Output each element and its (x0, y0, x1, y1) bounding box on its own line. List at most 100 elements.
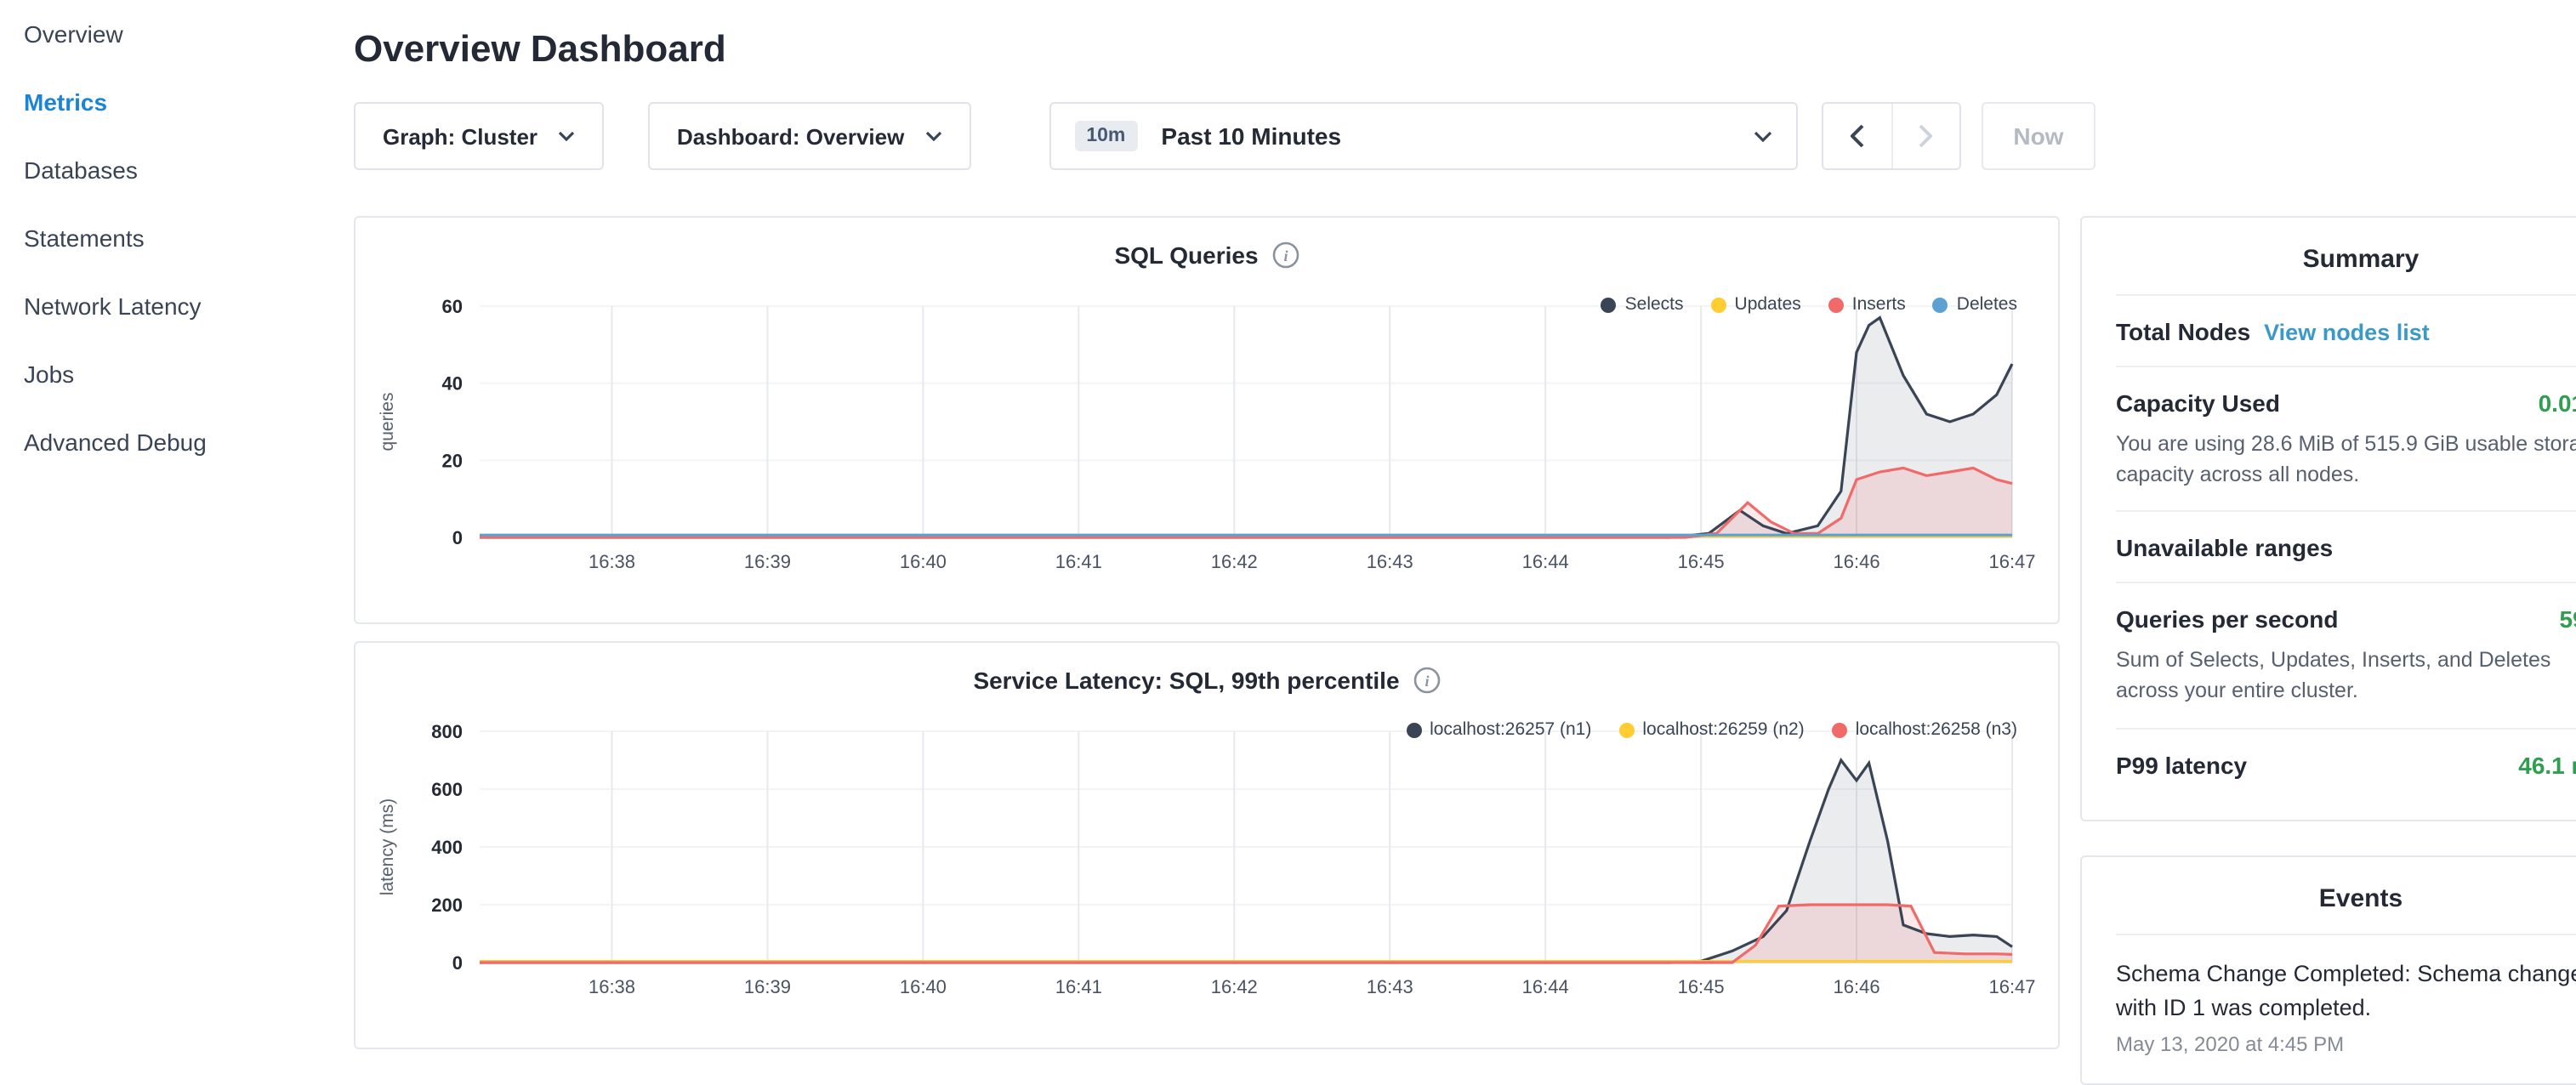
legend-item[interactable]: localhost:26258 (n3) (1832, 719, 2017, 740)
view-nodes-list-link[interactable]: View nodes list (2264, 320, 2430, 345)
legend-label: Updates (1735, 294, 1801, 315)
time-step-buttons (1821, 102, 1960, 170)
svg-text:16:40: 16:40 (900, 976, 947, 997)
svg-text:16:39: 16:39 (744, 551, 791, 572)
legend-label: localhost:26257 (n1) (1430, 719, 1591, 740)
service-latency-chart[interactable]: 16:3816:3916:4016:4116:4216:4316:4416:45… (371, 707, 2043, 1024)
legend-item[interactable]: Inserts (1828, 294, 1906, 315)
svg-text:16:42: 16:42 (1211, 551, 1258, 572)
svg-text:16:43: 16:43 (1367, 976, 1413, 997)
svg-text:800: 800 (431, 721, 463, 742)
summary-value: 46.1 ms (2518, 751, 2576, 778)
event-message: Schema Change Completed: Schema change w… (2116, 957, 2576, 1025)
svg-text:16:45: 16:45 (1678, 976, 1725, 997)
svg-text:20: 20 (442, 450, 463, 471)
now-button[interactable]: Now (1981, 102, 2095, 170)
summary-label: Capacity Used (2116, 389, 2280, 417)
svg-text:queries: queries (378, 393, 397, 452)
events-panel: Events Schema Change Completed: Schema c… (2080, 855, 2576, 1085)
chart-title-sql-queries: SQL Queries (1114, 241, 1258, 269)
svg-text:16:46: 16:46 (1834, 976, 1880, 997)
dashboard-dropdown[interactable]: Dashboard: Overview (648, 102, 970, 170)
sidebar-item-overview[interactable]: Overview (24, 0, 323, 68)
sidebar-item-network-latency[interactable]: Network Latency (24, 272, 323, 340)
chevron-down-icon (558, 131, 575, 141)
charts-column: SQL Queries i Selects Updates Inserts De… (354, 216, 2060, 1085)
legend-label: Selects (1625, 294, 1684, 315)
time-forward-button[interactable] (1891, 104, 1959, 168)
svg-text:400: 400 (431, 837, 463, 858)
graph-dropdown-label: Graph: Cluster (383, 123, 537, 149)
summary-label: P99 latency (2116, 751, 2247, 778)
info-icon[interactable]: i (1272, 241, 1299, 269)
svg-text:60: 60 (442, 296, 463, 317)
legend-item[interactable]: Updates (1711, 294, 1801, 315)
chevron-down-icon (924, 131, 941, 141)
chevron-right-icon (1919, 124, 1932, 148)
events-title: Events (2116, 856, 2576, 933)
legend-dot-n2 (1618, 722, 1634, 737)
svg-text:i: i (1424, 673, 1429, 690)
svg-text:16:44: 16:44 (1522, 551, 1569, 572)
summary-row-unavailable-ranges: Unavailable ranges 0 (2116, 511, 2576, 582)
summary-panel: Summary Total Nodes View nodes list 3 Ca… (2080, 216, 2576, 821)
svg-text:16:46: 16:46 (1834, 551, 1880, 572)
sidebar: Overview Metrics Databases Statements Ne… (0, 0, 323, 1085)
sidebar-item-databases[interactable]: Databases (24, 136, 323, 204)
sql-queries-chart[interactable]: 16:3816:3916:4016:4116:4216:4316:4416:45… (371, 282, 2043, 599)
svg-text:16:40: 16:40 (900, 551, 947, 572)
event-timestamp: May 13, 2020 at 4:45 PM (2116, 1032, 2576, 1056)
svg-text:16:39: 16:39 (744, 976, 791, 997)
legend-dot-deletes (1933, 297, 1948, 312)
summary-description: You are using 28.6 MiB of 515.9 GiB usab… (2116, 429, 2576, 491)
svg-text:16:47: 16:47 (1988, 976, 2035, 997)
summary-description: Sum of Selects, Updates, Inserts, and De… (2116, 645, 2576, 707)
legend-item[interactable]: Deletes (1933, 294, 2017, 315)
legend-dot-updates (1711, 297, 1726, 312)
right-column: Summary Total Nodes View nodes list 3 Ca… (2080, 216, 2576, 1085)
svg-text:latency (ms): latency (ms) (378, 798, 397, 895)
svg-text:600: 600 (431, 779, 463, 800)
summary-row-queries-per-second: Queries per second 59.7 Sum of Selects, … (2116, 582, 2576, 728)
event-item[interactable]: Schema Change Completed: Schema change w… (2116, 933, 2576, 1056)
time-range-badge: 10m (1074, 121, 1137, 151)
legend-item[interactable]: localhost:26259 (n2) (1618, 719, 1804, 740)
svg-text:i: i (1283, 247, 1288, 264)
sidebar-item-metrics[interactable]: Metrics (24, 68, 323, 136)
svg-text:16:44: 16:44 (1522, 976, 1569, 997)
legend-item[interactable]: localhost:26257 (n1) (1406, 719, 1591, 740)
legend-label: Inserts (1852, 294, 1906, 315)
service-latency-legend: localhost:26257 (n1) localhost:26259 (n2… (1406, 719, 2017, 740)
page-title: Overview Dashboard (354, 27, 2576, 71)
legend-label: localhost:26258 (n3) (1856, 719, 2017, 740)
legend-item[interactable]: Selects (1601, 294, 1684, 315)
sidebar-item-statements[interactable]: Statements (24, 204, 323, 272)
graph-dropdown[interactable]: Graph: Cluster (354, 102, 604, 170)
summary-label: Unavailable ranges (2116, 535, 2333, 562)
svg-text:16:43: 16:43 (1367, 551, 1413, 572)
svg-text:16:38: 16:38 (589, 976, 635, 997)
summary-title: Summary (2116, 218, 2576, 294)
svg-text:0: 0 (452, 952, 463, 974)
legend-dot-inserts (1828, 297, 1844, 312)
chevron-left-icon (1850, 124, 1863, 148)
summary-label: Total Nodes (2116, 318, 2250, 345)
summary-row-total-nodes: Total Nodes View nodes list 3 (2116, 294, 2576, 366)
legend-dot-selects (1601, 297, 1617, 312)
sidebar-item-advanced-debug[interactable]: Advanced Debug (24, 408, 323, 476)
time-range-label: Past 10 Minutes (1161, 122, 1729, 150)
legend-label: Deletes (1957, 294, 2017, 315)
chart-title-service-latency: Service Latency: SQL, 99th percentile (973, 667, 1399, 694)
svg-text:16:45: 16:45 (1678, 551, 1725, 572)
sql-queries-chart-card: SQL Queries i Selects Updates Inserts De… (354, 216, 2060, 624)
toolbar: Graph: Cluster Dashboard: Overview 10m P… (354, 102, 2576, 170)
info-icon[interactable]: i (1413, 667, 1441, 694)
sql-queries-legend: Selects Updates Inserts Deletes (1601, 294, 2017, 315)
svg-text:0: 0 (452, 527, 463, 548)
svg-text:16:41: 16:41 (1055, 551, 1102, 572)
time-back-button[interactable] (1823, 104, 1891, 168)
legend-dot-n3 (1832, 722, 1847, 737)
summary-label: Queries per second (2116, 606, 2338, 633)
sidebar-item-jobs[interactable]: Jobs (24, 340, 323, 408)
time-range-dropdown[interactable]: 10m Past 10 Minutes (1049, 102, 1797, 170)
